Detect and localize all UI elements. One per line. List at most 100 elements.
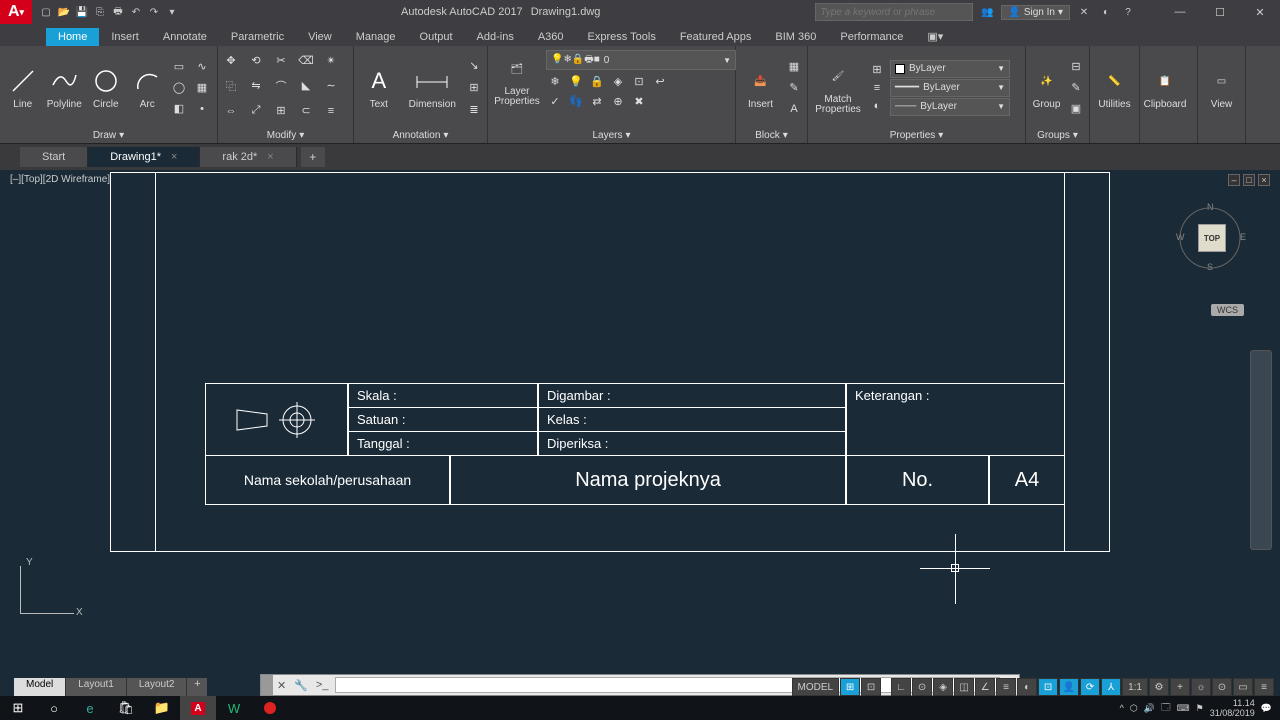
ellipse-icon[interactable]: ◯ — [170, 79, 188, 97]
blend-icon[interactable]: ∼ — [322, 77, 340, 95]
explode-icon[interactable]: ✴ — [322, 52, 340, 70]
hatch-icon[interactable]: ▦ — [193, 79, 211, 97]
save-icon[interactable]: 💾 — [74, 4, 90, 20]
tab-parametric[interactable]: Parametric — [219, 28, 296, 46]
ungroup-icon[interactable]: ⊟ — [1067, 58, 1085, 76]
wcs-badge[interactable]: WCS — [1211, 304, 1244, 316]
array-icon[interactable]: ⊞ — [272, 102, 290, 120]
close-icon[interactable]: × — [267, 151, 273, 163]
file-tab-rak2d[interactable]: rak 2d*× — [200, 147, 296, 167]
clipboard-button[interactable]: 📋Clipboard — [1144, 65, 1186, 110]
status-otrack-icon[interactable]: ∠ — [975, 678, 995, 696]
copy-icon[interactable]: ⿻ — [222, 77, 240, 95]
navigation-bar[interactable] — [1250, 350, 1272, 550]
layer-iso-icon[interactable]: ◈ — [609, 72, 627, 90]
spline-icon[interactable]: ∿ — [193, 58, 211, 76]
tab-featured[interactable]: Featured Apps — [668, 28, 764, 46]
tray-clock[interactable]: 11.14 31/08/2019 — [1210, 698, 1255, 718]
block-edit-icon[interactable]: ✎ — [785, 79, 803, 97]
status-cycle-icon[interactable]: ⟳ — [1080, 678, 1100, 696]
start-button[interactable]: ⊞ — [0, 696, 36, 720]
viewport-label[interactable]: [–][Top][2D Wireframe] — [10, 174, 110, 185]
layer-prev-icon[interactable]: ↩ — [651, 72, 669, 90]
tray-cloud-icon[interactable]: ⬡ — [1130, 703, 1138, 714]
lineweight-combo[interactable]: ━━━━ByLayer▼ — [890, 79, 1010, 97]
status-qp-icon[interactable]: 👤 — [1059, 678, 1079, 696]
point-icon[interactable]: • — [193, 100, 211, 118]
prop-trans-icon[interactable]: ◐ — [868, 97, 886, 115]
status-iso-icon[interactable]: ◈ — [933, 678, 953, 696]
layout-tab-layout2[interactable]: Layout2 — [127, 678, 188, 696]
close-button[interactable]: ✕ — [1240, 0, 1280, 24]
block-attr-icon[interactable]: A — [785, 100, 803, 118]
maximize-button[interactable]: ☐ — [1200, 0, 1240, 24]
vp-max-icon[interactable]: □ — [1243, 174, 1255, 186]
offset-icon[interactable]: ⊂ — [297, 102, 315, 120]
layout-tab-add[interactable]: + — [187, 678, 207, 696]
tab-addins[interactable]: Add-ins — [465, 28, 526, 46]
status-trans-icon[interactable]: ◐ — [1017, 678, 1037, 696]
panel-modify-title[interactable]: Modify — [267, 130, 296, 141]
status-clean-icon[interactable]: ▭ — [1233, 678, 1253, 696]
viewcube-face[interactable]: TOP — [1198, 224, 1226, 252]
polyline-button[interactable]: Polyline — [46, 65, 84, 110]
match-properties-button[interactable]: 🖌Match Properties — [812, 61, 864, 115]
move-icon[interactable]: ✥ — [222, 52, 240, 70]
mirror-icon[interactable]: ⇋ — [247, 77, 265, 95]
tab-manage[interactable]: Manage — [344, 28, 408, 46]
drawing-area[interactable]: [–][Top][2D Wireframe] –□× N S W E TOP W… — [0, 170, 1280, 656]
circle-button[interactable]: Circle — [87, 65, 125, 110]
status-sc-icon[interactable]: ⊡ — [1038, 678, 1058, 696]
tab-output[interactable]: Output — [408, 28, 465, 46]
panel-draw-title[interactable]: Draw — [93, 130, 116, 141]
chamfer-icon[interactable]: ◣ — [297, 77, 315, 95]
panel-annotation-title[interactable]: Annotation — [393, 130, 441, 141]
app-menu-button[interactable]: A▾ — [0, 0, 32, 24]
store-icon[interactable]: 🛍 — [108, 696, 144, 720]
tab-bim360[interactable]: BIM 360 — [763, 28, 828, 46]
word-icon[interactable]: W — [216, 696, 252, 720]
linetype-combo[interactable]: ───ByLayer▼ — [890, 98, 1010, 116]
status-anno-icon[interactable]: ⅄ — [1101, 678, 1121, 696]
status-polar-icon[interactable]: ⊙ — [912, 678, 932, 696]
group-bbox-icon[interactable]: ▣ — [1067, 100, 1085, 118]
panel-layers-title[interactable]: Layers — [592, 130, 622, 141]
tab-annotate[interactable]: Annotate — [151, 28, 219, 46]
status-menu-icon[interactable]: ≡ — [1254, 678, 1274, 696]
group-edit-icon[interactable]: ✎ — [1067, 79, 1085, 97]
ribbon-overflow-icon[interactable]: ▣▾ — [915, 27, 955, 46]
layer-freeze-icon[interactable]: ❄ — [546, 72, 564, 90]
group-button[interactable]: ✨Group — [1030, 65, 1063, 110]
erase-icon[interactable]: ⌫ — [297, 52, 315, 70]
layer-lock-icon[interactable]: 🔒 — [588, 72, 606, 90]
search-input[interactable] — [815, 3, 973, 21]
file-tab-drawing1[interactable]: Drawing1*× — [88, 147, 200, 167]
close-icon[interactable]: × — [171, 151, 177, 163]
exchange-icon[interactable]: ✕ — [1076, 4, 1092, 20]
status-osnap-icon[interactable]: ◫ — [954, 678, 974, 696]
mtext-icon[interactable]: ≣ — [465, 101, 483, 119]
view-button[interactable]: ▭View — [1202, 65, 1241, 110]
ucs-icon[interactable]: Y X — [18, 556, 88, 616]
dimension-button[interactable]: Dimension — [404, 65, 461, 110]
layer-properties-button[interactable]: 🗂Layer Properties — [492, 53, 542, 107]
status-lwt-icon[interactable]: ≡ — [996, 678, 1016, 696]
layout-tab-layout1[interactable]: Layout1 — [66, 678, 127, 696]
cmd-grip[interactable] — [261, 675, 273, 695]
insert-block-button[interactable]: 📥Insert — [740, 65, 781, 110]
signin-button[interactable]: 👤 Sign In ▾ — [1001, 5, 1070, 20]
region-icon[interactable]: ◧ — [170, 100, 188, 118]
tab-performance[interactable]: Performance — [828, 28, 915, 46]
cmd-close-icon[interactable]: ✕ — [273, 679, 290, 692]
autocad-taskbar-icon[interactable]: A — [180, 696, 216, 720]
tab-a360[interactable]: A360 — [526, 28, 576, 46]
viewcube[interactable]: N S W E TOP — [1174, 200, 1246, 272]
help-icon[interactable]: ? — [1120, 4, 1136, 20]
layer-walk-icon[interactable]: 👣 — [567, 92, 585, 110]
cortana-icon[interactable]: ○ — [36, 696, 72, 720]
utilities-button[interactable]: 📏Utilities — [1094, 65, 1135, 110]
redo-icon[interactable]: ↷ — [146, 4, 162, 20]
undo-icon[interactable]: ↶ — [128, 4, 144, 20]
cmd-settings-icon[interactable]: 🔧 — [290, 679, 312, 692]
screenrec-icon[interactable] — [252, 696, 288, 720]
